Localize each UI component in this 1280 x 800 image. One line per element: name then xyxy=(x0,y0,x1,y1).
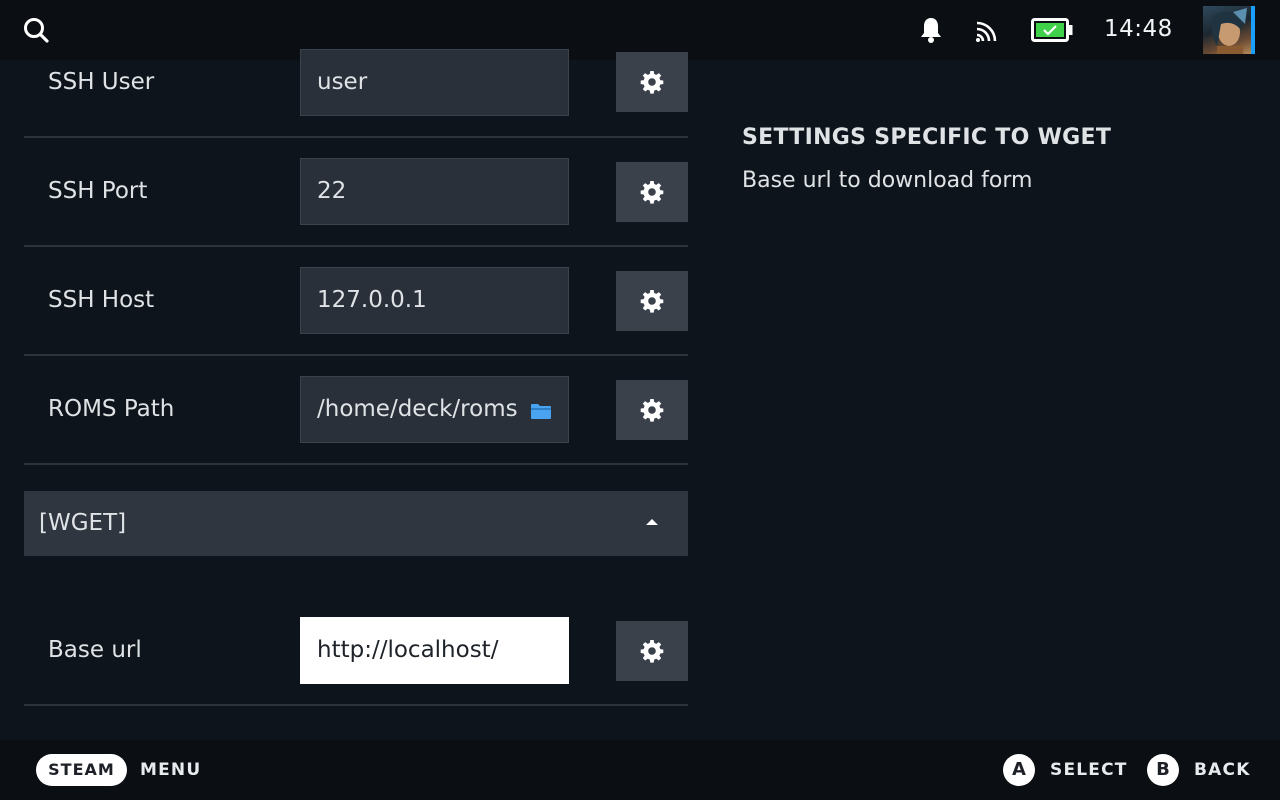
ssh-port-field[interactable]: 22 xyxy=(300,158,569,225)
chevron-up-icon xyxy=(646,519,658,525)
notification-bell-icon[interactable] xyxy=(919,16,943,44)
roms-path-field[interactable]: /home/deck/roms xyxy=(300,376,569,443)
bottom-bar: STEAM MENU A SELECT B BACK xyxy=(0,740,1280,800)
description-text: Base url to download form xyxy=(742,168,1033,193)
roms-path-settings-button[interactable] xyxy=(616,380,688,440)
gear-icon xyxy=(640,181,664,204)
wget-section-header[interactable]: [WGET] xyxy=(24,491,688,556)
gear-icon xyxy=(640,71,664,94)
setting-row-ssh-port: SSH Port 22 xyxy=(24,138,688,247)
back-hint: BACK xyxy=(1194,760,1251,780)
folder-icon[interactable] xyxy=(530,403,552,420)
roms-path-value: /home/deck/roms xyxy=(317,396,518,422)
base-url-settings-button[interactable] xyxy=(616,621,688,681)
battery-icon xyxy=(1031,18,1073,42)
setting-label: SSH User xyxy=(48,69,155,95)
wifi-signal-icon xyxy=(974,18,1000,44)
setting-label: SSH Port xyxy=(48,178,148,204)
select-hint: SELECT xyxy=(1050,760,1128,780)
setting-row-base-url: Base url http://localhost/ xyxy=(24,597,688,706)
base-url-field[interactable]: http://localhost/ xyxy=(300,617,569,684)
gear-icon xyxy=(640,640,664,663)
setting-label: SSH Host xyxy=(48,287,155,313)
setting-row-roms-path: ROMS Path /home/deck/roms xyxy=(24,356,688,465)
settings-panel: SSH User user SSH Port 22 SSH Host 127.0… xyxy=(24,49,688,740)
b-button-icon[interactable]: B xyxy=(1147,754,1179,786)
user-avatar[interactable] xyxy=(1203,6,1255,54)
ssh-user-field[interactable]: user xyxy=(300,49,569,116)
ssh-user-settings-button[interactable] xyxy=(616,52,688,112)
ssh-port-settings-button[interactable] xyxy=(616,162,688,222)
ssh-host-settings-button[interactable] xyxy=(616,271,688,331)
setting-label: Base url xyxy=(48,637,142,663)
a-button-icon[interactable]: A xyxy=(1003,754,1035,786)
description-title: SETTINGS SPECIFIC TO WGET xyxy=(742,125,1112,150)
gear-icon xyxy=(640,290,664,313)
clock: 14:48 xyxy=(1104,16,1173,42)
setting-label: ROMS Path xyxy=(48,396,175,422)
menu-hint: MENU xyxy=(140,760,202,780)
setting-row-ssh-host: SSH Host 127.0.0.1 xyxy=(24,247,688,356)
setting-row-ssh-user: SSH User user xyxy=(24,0,688,138)
ssh-host-field[interactable]: 127.0.0.1 xyxy=(300,267,569,334)
section-title: [WGET] xyxy=(39,510,127,536)
steam-button[interactable]: STEAM xyxy=(36,754,127,786)
gear-icon xyxy=(640,399,664,422)
